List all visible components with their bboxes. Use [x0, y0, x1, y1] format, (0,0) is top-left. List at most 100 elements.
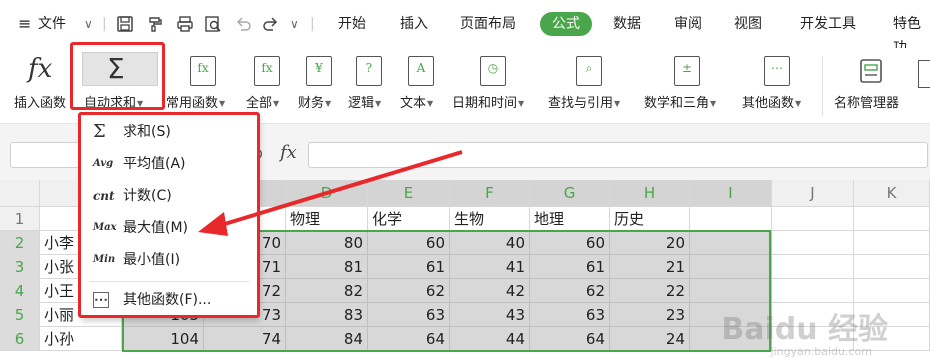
- autosum-dropdown-menu: Σ 求和(S) Avg 平均值(A) cnt 计数(C) Max 最大值(M) …: [80, 114, 258, 318]
- cell[interactable]: 24: [610, 327, 690, 351]
- cell[interactable]: 63: [530, 303, 610, 327]
- row-header-5[interactable]: 5: [0, 303, 40, 327]
- cell[interactable]: 62: [530, 279, 610, 303]
- menu-item-min[interactable]: Min 最小值(I): [81, 245, 257, 275]
- tab-start[interactable]: 开始: [338, 12, 366, 36]
- cell[interactable]: 64: [530, 327, 610, 351]
- tab-data[interactable]: 数据: [613, 12, 641, 36]
- cell[interactable]: 84: [286, 327, 368, 351]
- save-icon[interactable]: [116, 15, 134, 33]
- all-functions-button[interactable]: fx 全部▼: [246, 48, 288, 124]
- header-cell[interactable]: 物理: [286, 207, 368, 231]
- cell[interactable]: [854, 231, 930, 255]
- cell[interactable]: 61: [368, 255, 450, 279]
- cell[interactable]: [690, 279, 772, 303]
- cell[interactable]: 83: [286, 303, 368, 327]
- tab-special[interactable]: 特色功: [893, 12, 930, 56]
- menu-item-count[interactable]: cnt 计数(C): [81, 181, 257, 211]
- cell[interactable]: 81: [286, 255, 368, 279]
- file-menu[interactable]: 文件: [38, 12, 66, 36]
- cell[interactable]: 61: [530, 255, 610, 279]
- column-header-j[interactable]: J: [772, 180, 854, 207]
- cell[interactable]: [854, 207, 930, 231]
- math-functions-button[interactable]: ± 数学和三角▼: [644, 48, 732, 124]
- cell[interactable]: 22: [610, 279, 690, 303]
- cell[interactable]: 40: [450, 231, 530, 255]
- column-header-k[interactable]: K: [854, 180, 930, 207]
- header-cell[interactable]: 地理: [530, 207, 610, 231]
- cell[interactable]: [772, 231, 854, 255]
- tab-view[interactable]: 视图: [734, 12, 762, 36]
- header-cell[interactable]: 历史: [610, 207, 690, 231]
- cell[interactable]: 64: [368, 327, 450, 351]
- undo-icon[interactable]: [234, 15, 252, 33]
- fx-icon[interactable]: fx: [280, 142, 297, 163]
- cell[interactable]: [772, 207, 854, 231]
- file-menu-chevron-icon[interactable]: ∨: [84, 12, 93, 36]
- cell[interactable]: 42: [450, 279, 530, 303]
- cell[interactable]: [690, 255, 772, 279]
- cell[interactable]: 82: [286, 279, 368, 303]
- row-header-3[interactable]: 3: [0, 255, 40, 279]
- column-header-h[interactable]: H: [610, 180, 690, 207]
- cell[interactable]: 80: [286, 231, 368, 255]
- cell[interactable]: 41: [450, 255, 530, 279]
- column-header-f[interactable]: F: [450, 180, 530, 207]
- cell[interactable]: [690, 231, 772, 255]
- common-functions-button[interactable]: fx 常用函数▼: [166, 48, 236, 124]
- quick-access-chevron-icon[interactable]: ∨: [290, 12, 299, 36]
- cell[interactable]: 44: [450, 327, 530, 351]
- column-header-g[interactable]: G: [530, 180, 610, 207]
- header-cell[interactable]: 化学: [368, 207, 450, 231]
- formula-input[interactable]: [308, 142, 928, 168]
- cell[interactable]: 23: [610, 303, 690, 327]
- name-cell[interactable]: 小孙: [40, 327, 122, 351]
- cell[interactable]: [854, 279, 930, 303]
- datetime-functions-button[interactable]: ◷ 日期和时间▼: [452, 48, 542, 124]
- header-cell[interactable]: 生物: [450, 207, 530, 231]
- tab-review[interactable]: 审阅: [674, 12, 702, 36]
- cell[interactable]: 62: [368, 279, 450, 303]
- cell[interactable]: [772, 255, 854, 279]
- finance-functions-button[interactable]: ¥ 财务▼: [298, 48, 340, 124]
- cell[interactable]: 21: [610, 255, 690, 279]
- column-header-e[interactable]: E: [368, 180, 450, 207]
- logic-functions-button[interactable]: ? 逻辑▼: [348, 48, 390, 124]
- menu-item-max[interactable]: Max 最大值(M): [81, 213, 257, 243]
- row-header-4[interactable]: 4: [0, 279, 40, 303]
- cell[interactable]: 74: [204, 327, 286, 351]
- cell[interactable]: 104: [122, 327, 204, 351]
- tab-page-layout[interactable]: 页面布局: [460, 12, 516, 36]
- menu-item-more-functions[interactable]: ⋯ 其他函数(F)...: [81, 285, 257, 315]
- text-functions-button[interactable]: A 文本▼: [400, 48, 442, 124]
- menu-item-sum[interactable]: Σ 求和(S): [81, 117, 257, 147]
- insert-function-button[interactable]: fx 插入函数: [10, 48, 74, 124]
- lookup-functions-button[interactable]: ⌕ 查找与引用▼: [548, 48, 634, 124]
- print-preview-icon[interactable]: [204, 15, 222, 33]
- tab-insert[interactable]: 插入: [400, 12, 428, 36]
- name-manager-button[interactable]: 名称管理器: [834, 48, 914, 124]
- print-icon[interactable]: [176, 15, 194, 33]
- cell[interactable]: 63: [368, 303, 450, 327]
- autosum-button[interactable]: Σ 自动求和▼: [80, 48, 162, 124]
- row-header-1[interactable]: 1: [0, 207, 40, 231]
- column-header-i[interactable]: I: [690, 180, 772, 207]
- cell[interactable]: 60: [530, 231, 610, 255]
- cell[interactable]: [772, 279, 854, 303]
- row-header-2[interactable]: 2: [0, 231, 40, 255]
- row-header-6[interactable]: 6: [0, 327, 40, 351]
- tab-developer[interactable]: 开发工具: [800, 12, 856, 36]
- cell[interactable]: 20: [610, 231, 690, 255]
- other-functions-button[interactable]: ⋯ 其他函数▼: [740, 48, 814, 124]
- column-header-d[interactable]: D: [286, 180, 368, 207]
- cell[interactable]: [690, 207, 772, 231]
- tab-formulas[interactable]: 公式: [540, 12, 592, 36]
- menu-item-average[interactable]: Avg 平均值(A): [81, 149, 257, 179]
- select-all-corner[interactable]: [0, 180, 40, 207]
- format-painter-icon[interactable]: [146, 15, 164, 33]
- redo-icon[interactable]: [262, 15, 280, 33]
- cell[interactable]: 43: [450, 303, 530, 327]
- cell[interactable]: [854, 255, 930, 279]
- hamburger-menu-icon[interactable]: ≡: [18, 12, 31, 36]
- cell[interactable]: 60: [368, 231, 450, 255]
